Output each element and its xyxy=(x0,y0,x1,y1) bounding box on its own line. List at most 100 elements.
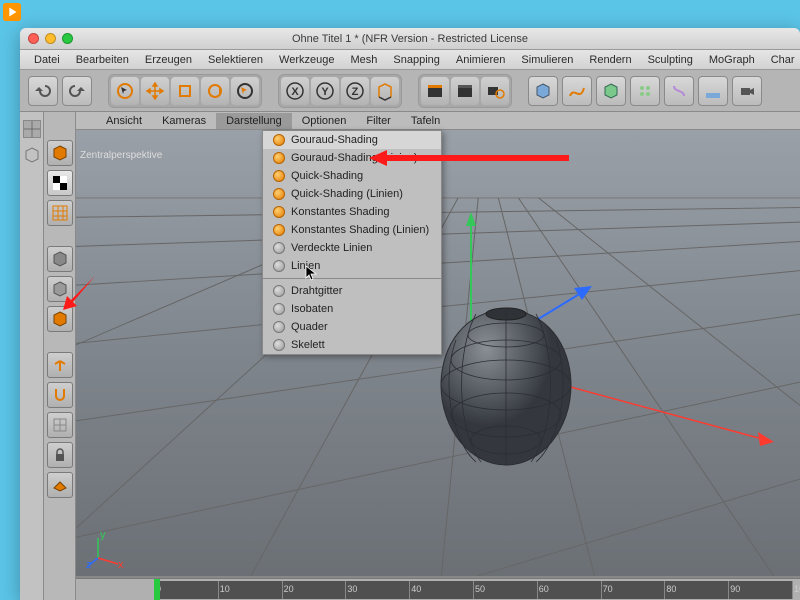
menu-quick-linien[interactable]: Quick-Shading (Linien) xyxy=(263,185,441,203)
primitive-button[interactable] xyxy=(528,76,558,106)
uv-mode-button[interactable] xyxy=(47,200,73,226)
mode-toolbar xyxy=(44,112,76,600)
menu-mograph[interactable]: MoGraph xyxy=(701,51,763,69)
mini-axis-gizmo: y x z xyxy=(86,530,126,570)
redo-button[interactable] xyxy=(62,76,92,106)
sphere-icon xyxy=(273,170,285,182)
menu-char[interactable]: Char xyxy=(763,51,800,69)
timeline-track[interactable]: 0102030405060708090100 xyxy=(154,581,792,599)
cube-outline-icon[interactable] xyxy=(23,146,41,164)
deformer-button[interactable] xyxy=(664,76,694,106)
timeline-tick-label: 40 xyxy=(411,584,421,594)
vtab-kameras[interactable]: Kameras xyxy=(152,113,216,129)
array-button[interactable] xyxy=(630,76,660,106)
render-view-button[interactable] xyxy=(421,77,449,105)
menu-bearbeiten[interactable]: Bearbeiten xyxy=(68,51,137,69)
timeline-tick-label: 10 xyxy=(220,584,230,594)
menu-konstant[interactable]: Konstantes Shading xyxy=(263,203,441,221)
environment-button[interactable] xyxy=(698,76,728,106)
nurbs-button[interactable] xyxy=(596,76,626,106)
svg-text:Y: Y xyxy=(321,86,329,98)
menu-konstant-linien[interactable]: Konstantes Shading (Linien) xyxy=(263,221,441,239)
coord-system-button[interactable] xyxy=(371,77,399,105)
menu-linien[interactable]: Linien xyxy=(263,257,441,275)
select-tool[interactable] xyxy=(111,77,139,105)
render-settings-button[interactable] xyxy=(481,77,509,105)
timeline-playhead[interactable] xyxy=(154,579,160,600)
y-axis-toggle[interactable]: Y xyxy=(311,77,339,105)
move-tool[interactable] xyxy=(141,77,169,105)
menu-simulieren[interactable]: Simulieren xyxy=(513,51,581,69)
mesh-object[interactable] xyxy=(426,300,586,470)
timeline-tick-label: 90 xyxy=(730,584,740,594)
zoom-icon[interactable] xyxy=(62,33,73,44)
camera-button[interactable] xyxy=(732,76,762,106)
timeline-tick-label: 80 xyxy=(666,584,676,594)
menu-animieren[interactable]: Animieren xyxy=(448,51,514,69)
perspective-label: Zentralperspektive xyxy=(80,150,162,161)
transform-group xyxy=(108,74,262,108)
workplane-mode-button[interactable] xyxy=(47,472,73,498)
axis-mode-button[interactable] xyxy=(47,352,73,378)
sphere-icon xyxy=(273,134,285,146)
vtab-optionen[interactable]: Optionen xyxy=(292,113,357,129)
spline-button[interactable] xyxy=(562,76,592,106)
timeline-tick-label: 100 xyxy=(794,584,800,594)
svg-text:x: x xyxy=(118,559,124,570)
vtab-ansicht[interactable]: Ansicht xyxy=(96,113,152,129)
snap-mode-button[interactable] xyxy=(47,412,73,438)
menu-datei[interactable]: Datei xyxy=(26,51,68,69)
sphere-icon xyxy=(273,188,285,200)
annotation-arrow-2 xyxy=(369,148,569,168)
menu-drahtgitter[interactable]: Drahtgitter xyxy=(263,282,441,300)
menu-sculpting[interactable]: Sculpting xyxy=(640,51,701,69)
browser-play-tab xyxy=(0,0,24,24)
render-picture-button[interactable] xyxy=(451,77,479,105)
menu-snapping[interactable]: Snapping xyxy=(385,51,448,69)
menu-isobaten[interactable]: Isobaten xyxy=(263,300,441,318)
menu-werkzeuge[interactable]: Werkzeuge xyxy=(271,51,342,69)
menu-quader[interactable]: Quader xyxy=(263,318,441,336)
sphere-icon xyxy=(273,285,285,297)
timeline[interactable]: 0102030405060708090100 xyxy=(76,578,800,600)
close-icon[interactable] xyxy=(28,33,39,44)
sphere-icon xyxy=(273,303,285,315)
window-controls xyxy=(20,33,73,44)
viewport-tabbar: Ansicht Kameras Darstellung Optionen Fil… xyxy=(76,112,800,130)
left-rail xyxy=(20,112,44,600)
z-axis-toggle[interactable]: Z xyxy=(341,77,369,105)
timeline-tick-label: 20 xyxy=(284,584,294,594)
window-title: Ohne Titel 1 * (NFR Version - Restricted… xyxy=(20,33,800,45)
lasso-tool[interactable] xyxy=(231,77,259,105)
rotate-tool[interactable] xyxy=(201,77,229,105)
undo-button[interactable] xyxy=(28,76,58,106)
viewport-grid-icon[interactable] xyxy=(23,120,41,138)
menu-quick[interactable]: Quick-Shading xyxy=(263,167,441,185)
lock-mode-button[interactable] xyxy=(47,442,73,468)
svg-text:y: y xyxy=(100,530,106,541)
viewport: Ansicht Kameras Darstellung Optionen Fil… xyxy=(76,112,800,600)
menu-rendern[interactable]: Rendern xyxy=(581,51,639,69)
vtab-tafeln[interactable]: Tafeln xyxy=(401,113,450,129)
mouse-cursor-icon xyxy=(305,265,321,281)
vtab-darstellung[interactable]: Darstellung xyxy=(216,113,292,129)
scale-tool[interactable] xyxy=(171,77,199,105)
sphere-icon xyxy=(273,224,285,236)
menu-verdeckte[interactable]: Verdeckte Linien xyxy=(263,239,441,257)
x-axis-toggle[interactable]: X xyxy=(281,77,309,105)
toolbar: X Y Z xyxy=(20,70,800,112)
magnet-mode-button[interactable] xyxy=(47,382,73,408)
vtab-filter[interactable]: Filter xyxy=(356,113,400,129)
minimize-icon[interactable] xyxy=(45,33,56,44)
menu-gouraud[interactable]: Gouraud-Shading xyxy=(263,131,441,149)
timeline-tick-label: 60 xyxy=(539,584,549,594)
menu-selektieren[interactable]: Selektieren xyxy=(200,51,271,69)
timeline-tick-label: 30 xyxy=(347,584,357,594)
render-group xyxy=(418,74,512,108)
texture-mode-button[interactable] xyxy=(47,170,73,196)
menu-skelett[interactable]: Skelett xyxy=(263,336,441,354)
point-mode-button[interactable] xyxy=(47,246,73,272)
menu-erzeugen[interactable]: Erzeugen xyxy=(137,51,200,69)
model-mode-button[interactable] xyxy=(47,140,73,166)
menu-mesh[interactable]: Mesh xyxy=(342,51,385,69)
